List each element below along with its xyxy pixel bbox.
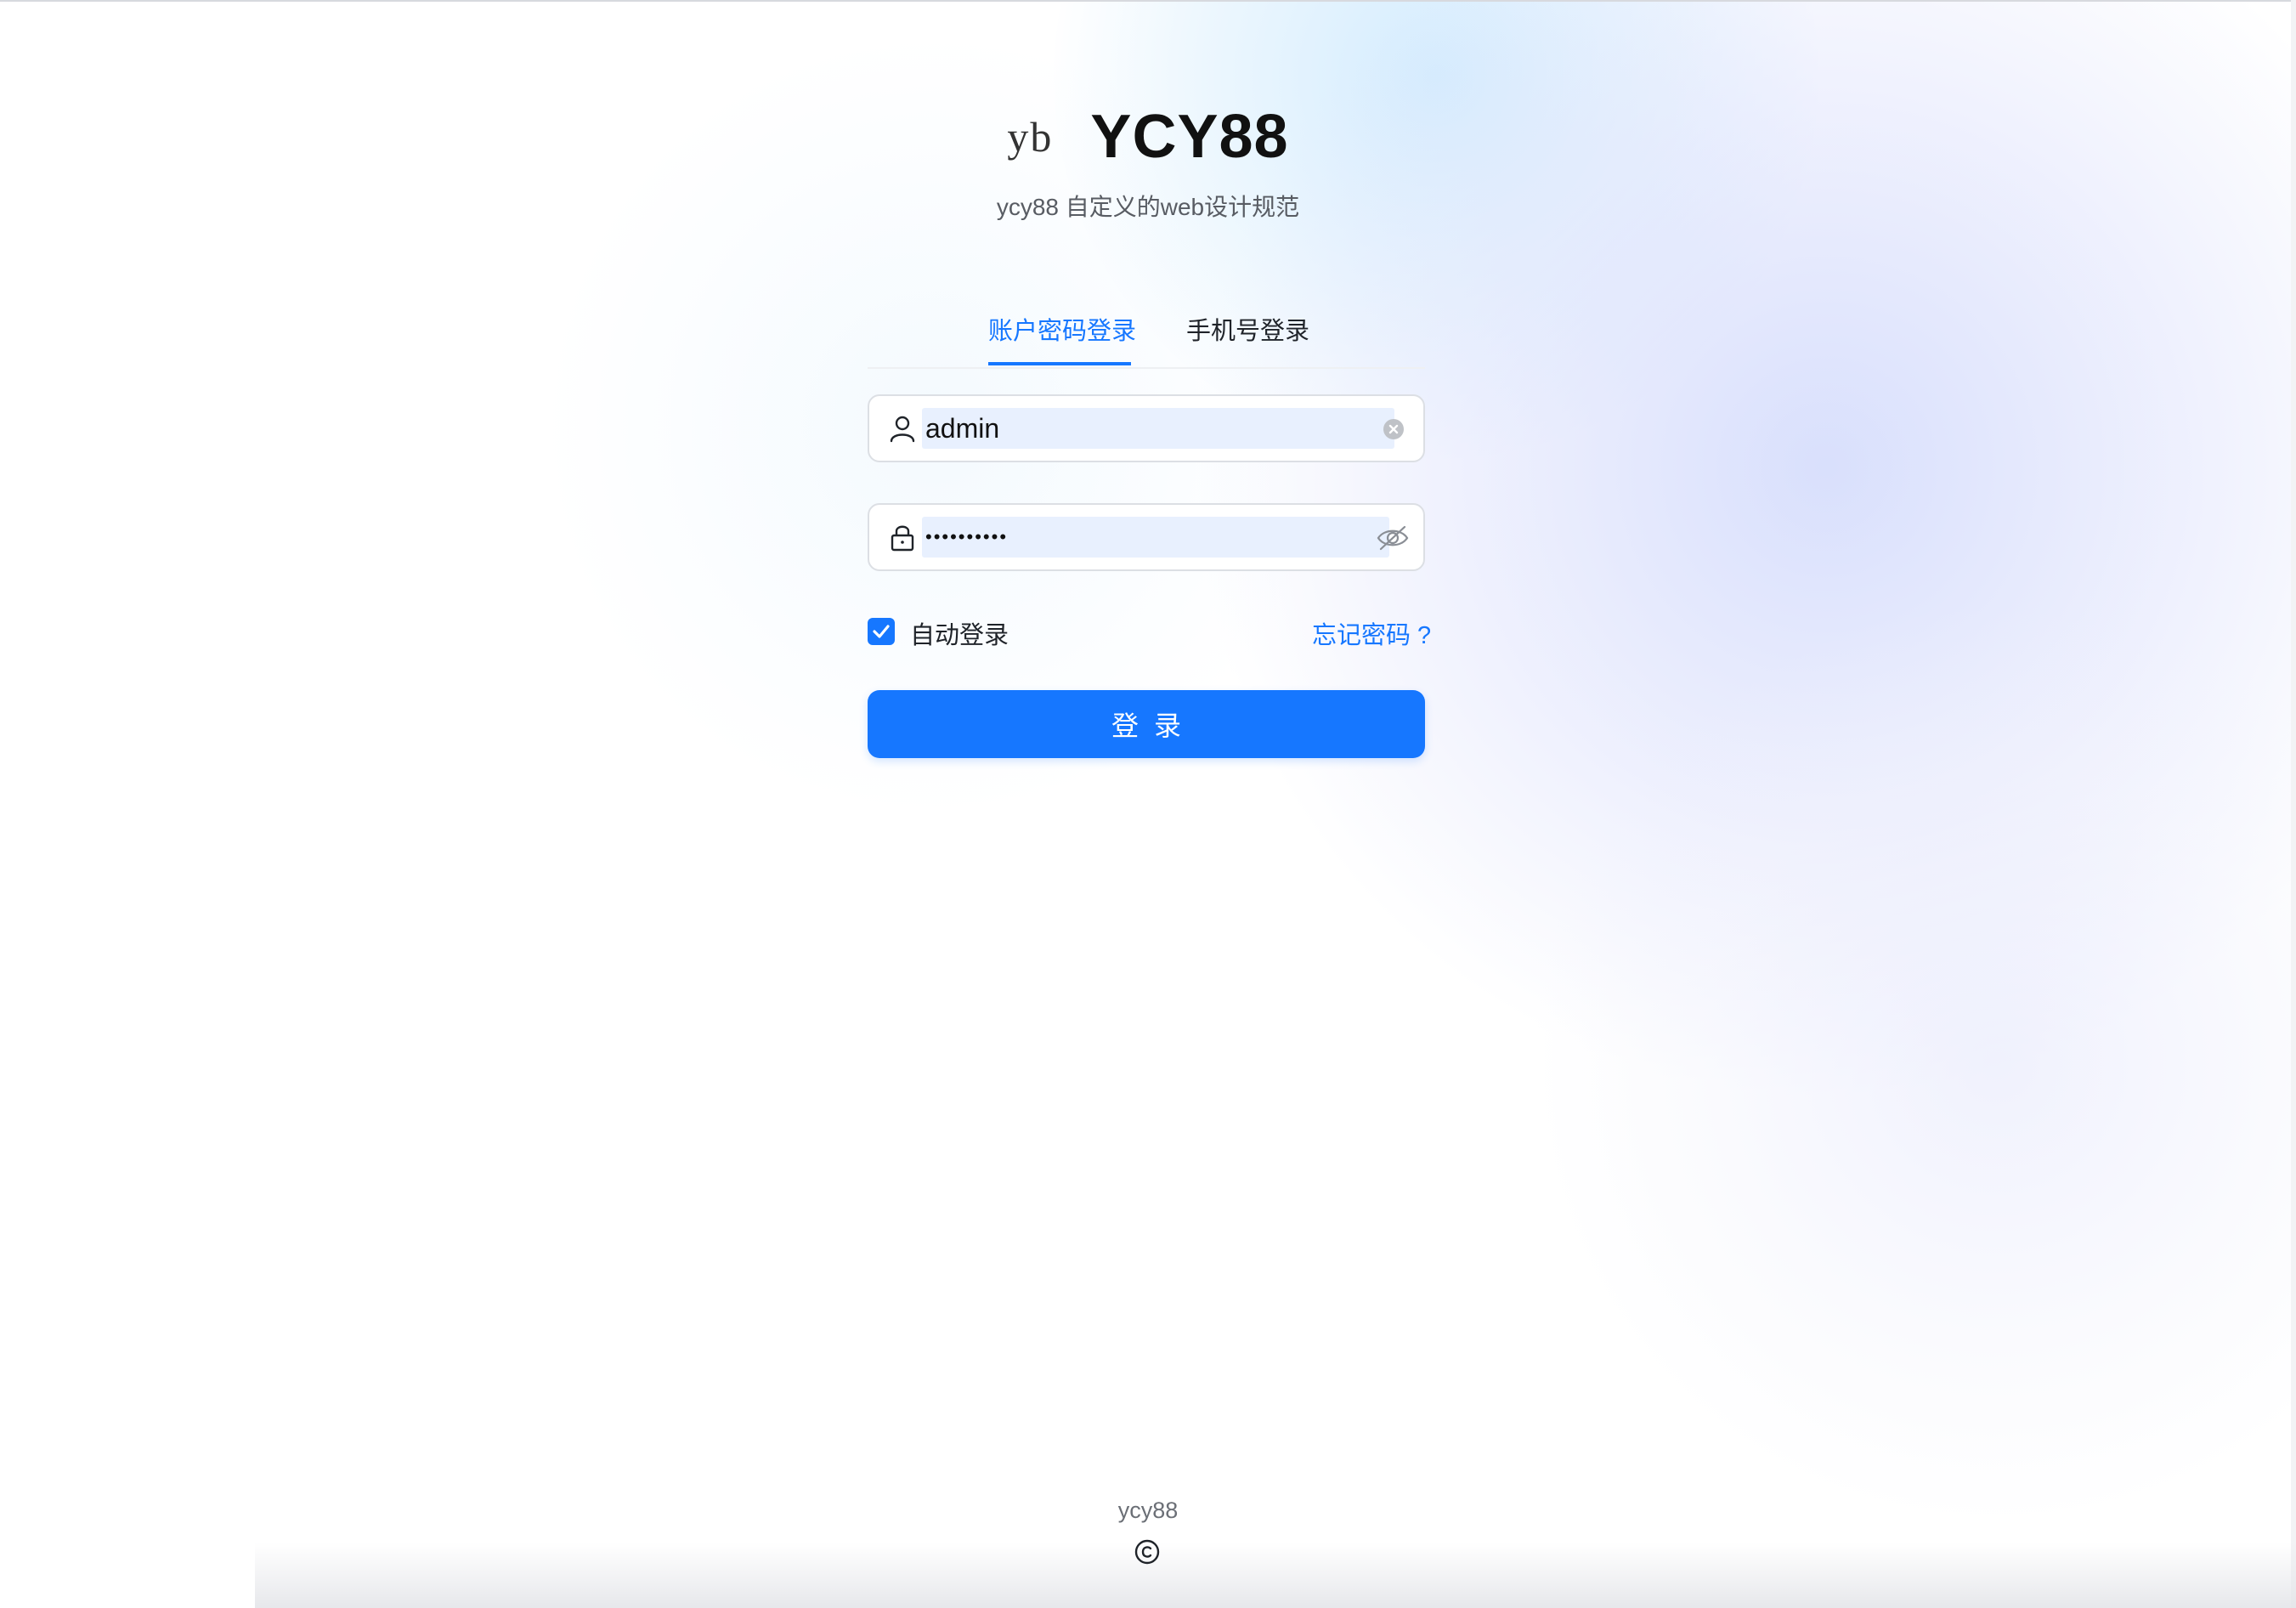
eye-invisible-icon[interactable] (1376, 524, 1410, 552)
forgot-password-link[interactable]: 忘记密码 ? (1312, 615, 1431, 651)
footer-text: ycy88 (1117, 1498, 1179, 1523)
page-background (0, 0, 2296, 1608)
brand-header: yb YCY88 (0, 102, 2296, 172)
lock-icon (888, 523, 917, 552)
brand-subtitle: ycy88 自定义的web设计规范 (996, 194, 1300, 220)
password-field[interactable]: •••••••••• (868, 503, 1425, 571)
window-right-edge (2291, 0, 2296, 1608)
user-icon (888, 414, 917, 443)
window-bottom-shadow (255, 1543, 2296, 1608)
password-input[interactable]: •••••••••• (925, 517, 1008, 558)
active-tab-indicator (988, 362, 1131, 365)
brand-title: YCY88 (1090, 103, 1289, 171)
window-top-border (0, 0, 2296, 2)
login-button[interactable]: 登录 (868, 690, 1425, 758)
check-icon (873, 625, 890, 638)
username-field[interactable] (868, 394, 1425, 462)
clear-icon[interactable] (1383, 415, 1411, 444)
brand: yb YCY88 (1007, 102, 1288, 172)
tab-account-password[interactable]: 账户密码登录 (988, 311, 1136, 347)
tab-phone[interactable]: 手机号登录 (1186, 311, 1309, 347)
brand-logo: yb (1007, 113, 1054, 161)
auto-login-label[interactable]: 自动登录 (910, 615, 1009, 651)
copyright-icon (1134, 1538, 1161, 1566)
username-input[interactable] (925, 408, 1384, 449)
auto-login-checkbox[interactable] (868, 618, 895, 645)
login-tabs: 账户密码登录 手机号登录 (868, 306, 1425, 369)
